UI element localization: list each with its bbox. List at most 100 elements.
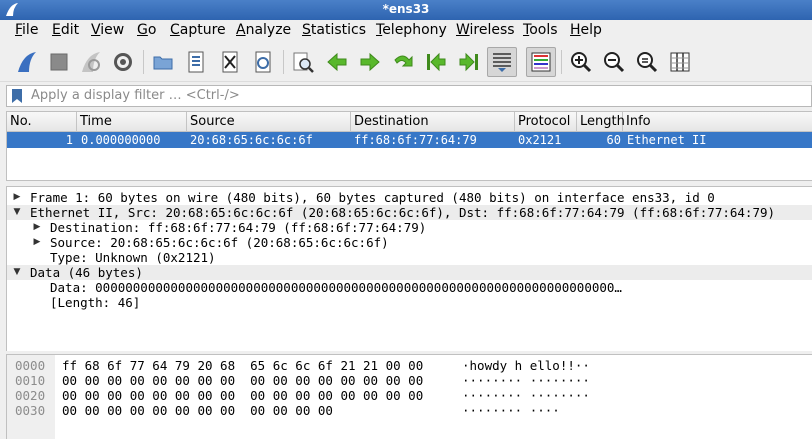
title-bar: *ens33	[0, 0, 812, 20]
tree-row-type[interactable]: Type: Unknown (0x2121)	[7, 250, 812, 265]
reload-file-button[interactable]	[248, 47, 278, 77]
tree-row-frame[interactable]: ▶ Frame 1: 60 bytes on wire (480 bits), …	[7, 190, 812, 205]
column-header-info[interactable]: Info	[623, 112, 812, 132]
colorize-button[interactable]	[526, 47, 556, 77]
zoom-out-button[interactable]	[599, 47, 629, 77]
display-filter-bar	[6, 85, 812, 107]
tree-row-label: Source: 20:68:65:6c:6c:6f (20:68:65:6c:6…	[50, 235, 389, 250]
tree-row-length[interactable]: [Length: 46]	[7, 295, 812, 310]
expand-arrow-icon[interactable]: ▶	[11, 190, 23, 205]
collapse-arrow-icon[interactable]: ▼	[11, 265, 23, 280]
bytes-hex: ff 68 6f 77 64 79 20 68 65 6c 6c 6f 21 2…	[62, 358, 424, 373]
bookmark-icon[interactable]	[12, 89, 22, 103]
find-packet-button[interactable]	[288, 47, 318, 77]
packet-details-tree: ▶ Frame 1: 60 bytes on wire (480 bits), …	[6, 186, 812, 351]
close-file-icon	[222, 51, 238, 73]
bytes-hex: 00 00 00 00 00 00 00 00 00 00 00 00	[62, 403, 333, 418]
toolbar-separator	[143, 50, 144, 74]
menu-go[interactable]: Go	[137, 22, 156, 38]
packet-no: 1	[65, 133, 73, 147]
resize-columns-button[interactable]	[665, 47, 695, 77]
packet-row[interactable]: 1 0.000000000 20:68:65:6c:6c:6f ff:68:6f…	[7, 132, 812, 148]
bytes-row[interactable]: 0010 00 00 00 00 00 00 00 00 00 00 00 00…	[7, 373, 812, 388]
column-header-no[interactable]: No.	[7, 112, 77, 132]
menu-tools[interactable]: Tools	[523, 22, 558, 38]
auto-scroll-button[interactable]	[487, 47, 517, 77]
shark-fin-icon	[18, 52, 36, 72]
window-title: *ens33	[382, 2, 430, 16]
packet-protocol: 0x2121	[518, 133, 562, 147]
bytes-row[interactable]: 0020 00 00 00 00 00 00 00 00 00 00 00 00…	[7, 388, 812, 403]
tree-row-destination[interactable]: ▶ Destination: ff:68:6f:77:64:79 (ff:68:…	[7, 220, 812, 235]
tree-row-label: Data (46 bytes)	[30, 265, 143, 280]
menu-edit[interactable]: Edit	[52, 22, 79, 38]
column-header-time[interactable]: Time	[77, 112, 187, 132]
go-to-packet-button[interactable]	[388, 47, 418, 77]
column-header-protocol[interactable]: Protocol	[515, 112, 577, 132]
menu-bar: File Edit View Go Capture Analyze Statis…	[0, 20, 812, 42]
menu-help[interactable]: Help	[570, 22, 602, 38]
binary-file-icon	[188, 51, 204, 73]
packet-time: 0.000000000	[81, 133, 161, 147]
open-file-button[interactable]	[148, 47, 178, 77]
zoom-in-icon	[571, 52, 592, 73]
tree-row-label: Data: 0000000000000000000000000000000000…	[50, 280, 622, 295]
start-capture-button[interactable]	[12, 47, 42, 77]
bytes-row[interactable]: 0030 00 00 00 00 00 00 00 00 00 00 00 00…	[7, 403, 812, 418]
go-forward-button[interactable]	[355, 47, 385, 77]
column-header-length[interactable]: Length	[577, 112, 625, 132]
save-file-button[interactable]	[181, 47, 211, 77]
menu-view[interactable]: View	[91, 22, 124, 38]
reload-file-icon	[255, 51, 271, 73]
capture-options-button[interactable]	[108, 47, 138, 77]
restart-capture-button[interactable]	[76, 47, 106, 77]
tree-row-data-value[interactable]: Data: 0000000000000000000000000000000000…	[7, 280, 812, 295]
normal-size-button[interactable]	[632, 47, 662, 77]
go-back-button[interactable]	[322, 47, 352, 77]
stop-capture-button[interactable]	[44, 47, 74, 77]
tree-row-label: Type: Unknown (0x2121)	[50, 250, 216, 265]
menu-statistics[interactable]: Statistics	[302, 22, 366, 38]
toolbar-separator	[283, 50, 284, 74]
tree-row-data[interactable]: ▼ Data (46 bytes)	[7, 265, 812, 280]
toolbar-separator	[561, 50, 562, 74]
collapse-arrow-icon[interactable]: ▼	[11, 205, 23, 220]
tree-row-label: Frame 1: 60 bytes on wire (480 bits), 60…	[30, 190, 715, 205]
menu-analyze[interactable]: Analyze	[236, 22, 291, 38]
bytes-offset: 0030	[15, 403, 46, 418]
tree-row-ethernet[interactable]: ▼ Ethernet II, Src: 20:68:65:6c:6c:6f (2…	[7, 205, 812, 220]
bytes-ascii: ·howdy h ello!!··	[462, 358, 590, 373]
packet-list: No. Time Source Destination Protocol Len…	[6, 111, 812, 181]
find-icon	[293, 52, 314, 73]
expand-arrow-icon[interactable]: ▶	[31, 220, 43, 235]
close-file-button[interactable]	[215, 47, 245, 77]
tree-row-source[interactable]: ▶ Source: 20:68:65:6c:6c:6f (20:68:65:6c…	[7, 235, 812, 250]
packet-source: 20:68:65:6c:6c:6f	[190, 133, 313, 147]
menu-wireless[interactable]: Wireless	[456, 22, 515, 38]
bytes-row[interactable]: 0000 ff 68 6f 77 64 79 20 68 65 6c 6c 6f…	[7, 358, 812, 373]
menu-file[interactable]: File	[15, 22, 38, 38]
colorize-icon	[531, 52, 551, 72]
column-header-destination[interactable]: Destination	[351, 112, 515, 132]
arrow-left-icon	[327, 52, 347, 72]
bytes-offset: 0020	[15, 388, 46, 403]
go-last-packet-button[interactable]	[454, 47, 484, 77]
jump-arrow-icon	[394, 55, 413, 67]
bytes-hex: 00 00 00 00 00 00 00 00 00 00 00 00 00 0…	[62, 373, 424, 388]
display-filter-input[interactable]	[31, 88, 791, 103]
expand-arrow-icon[interactable]: ▶	[31, 235, 43, 250]
resize-columns-icon	[670, 52, 690, 72]
zoom-in-button[interactable]	[566, 47, 596, 77]
packet-bytes-pane: 0000 ff 68 6f 77 64 79 20 68 65 6c 6c 6f…	[6, 354, 812, 439]
bytes-ascii: ········ ········	[462, 373, 590, 388]
packet-destination: ff:68:6f:77:64:79	[354, 133, 477, 147]
tree-row-label: Destination: ff:68:6f:77:64:79 (ff:68:6f…	[50, 220, 427, 235]
bytes-ascii: ········ ····	[462, 403, 560, 418]
go-first-packet-button[interactable]	[421, 47, 451, 77]
main-toolbar	[0, 42, 812, 82]
gear-icon	[114, 53, 132, 71]
menu-telephony[interactable]: Telephony	[376, 22, 447, 38]
menu-capture[interactable]: Capture	[170, 22, 226, 38]
column-header-source[interactable]: Source	[187, 112, 351, 132]
tree-row-label: [Length: 46]	[50, 295, 141, 310]
